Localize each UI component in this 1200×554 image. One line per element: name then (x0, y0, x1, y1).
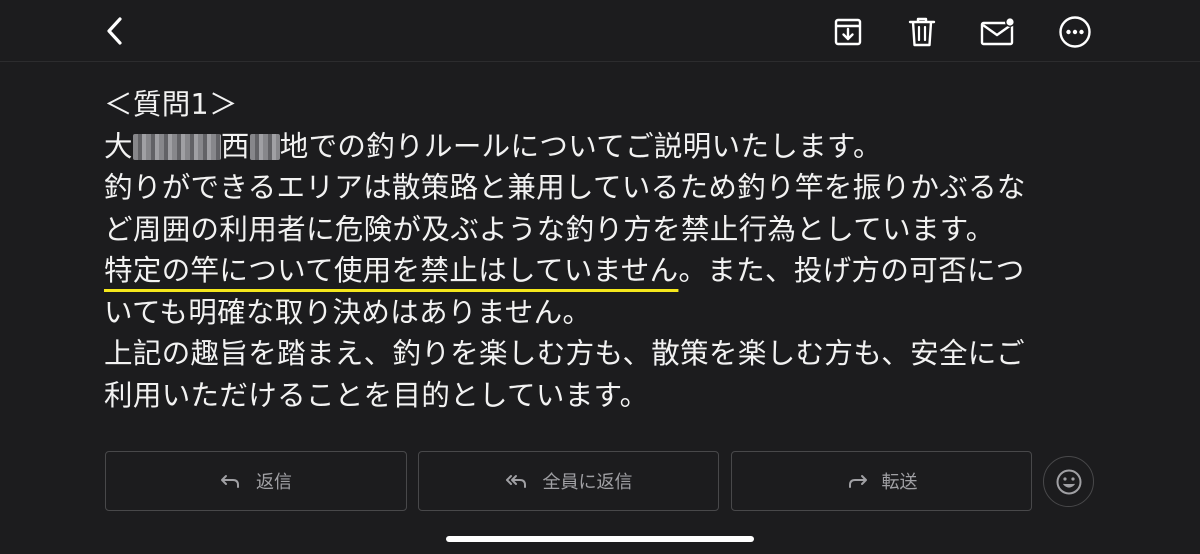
message-line: 利用いただけることを目的としています。 (104, 378, 649, 412)
chevron-left-icon (107, 17, 122, 45)
reply-label: 返信 (256, 472, 292, 493)
home-indicator[interactable] (446, 536, 754, 542)
mark-unread-button[interactable] (976, 12, 1020, 52)
smiley-face-icon (1056, 469, 1081, 494)
redacted-text (132, 133, 221, 160)
delete-button[interactable] (902, 12, 942, 52)
trash-icon (908, 17, 936, 47)
message-line: 大 西地での釣りルールについてご説明いたします。 (104, 126, 1104, 168)
message-line: 特定の竿について使用を禁止はしていません。また、投げ方の可否につ (104, 250, 1104, 292)
redacted-text (249, 133, 280, 160)
message-line: ど周囲の利用者に危険が及ぶような釣り方を禁止行為としています。 (104, 212, 995, 246)
message-text: 西 (220, 129, 250, 163)
message-line: 上記の趣旨を踏まえ、釣りを楽しむ方も、散策を楽しむ方も、安全にご (104, 337, 1025, 370)
reply-button[interactable]: 返信 (105, 451, 407, 511)
envelope-unread-icon (980, 17, 1015, 46)
reply-all-arrow-icon (505, 475, 526, 488)
ellipsis-circle-icon (1059, 16, 1091, 48)
message-line: ＜質問1＞ (104, 88, 238, 121)
message-line: 釣りができるエリアは散策路と兼用しているため釣り竿を振りかぶるな (104, 171, 1026, 204)
message-text: 地での釣りルールについてご説明いたします。 (279, 129, 882, 163)
toolbar (0, 0, 1200, 62)
forward-label: 転送 (881, 472, 918, 493)
message-text: 。また、投げ方の可否につ (678, 254, 1025, 287)
reply-all-label: 全員に返信 (542, 472, 633, 493)
message-line: いても明確な取り決めはありません。 (104, 295, 592, 329)
reply-arrow-icon (221, 475, 239, 488)
message-body: ＜質問1＞ 大 西地での釣りルールについてご説明いたします。 釣りができるエリアは… (104, 84, 1104, 416)
forward-button[interactable]: 転送 (731, 451, 1032, 511)
message-text: 大 (104, 129, 133, 163)
reply-all-button[interactable]: 全員に返信 (418, 451, 719, 511)
forward-arrow-icon (848, 475, 867, 488)
more-button[interactable] (1055, 12, 1095, 52)
back-button[interactable] (100, 12, 130, 50)
emoji-reaction-button[interactable] (1043, 456, 1094, 507)
highlighted-text: 特定の竿について使用を禁止はしていません (104, 254, 679, 287)
archive-button[interactable] (828, 12, 868, 52)
archive-tray-icon (834, 18, 862, 46)
